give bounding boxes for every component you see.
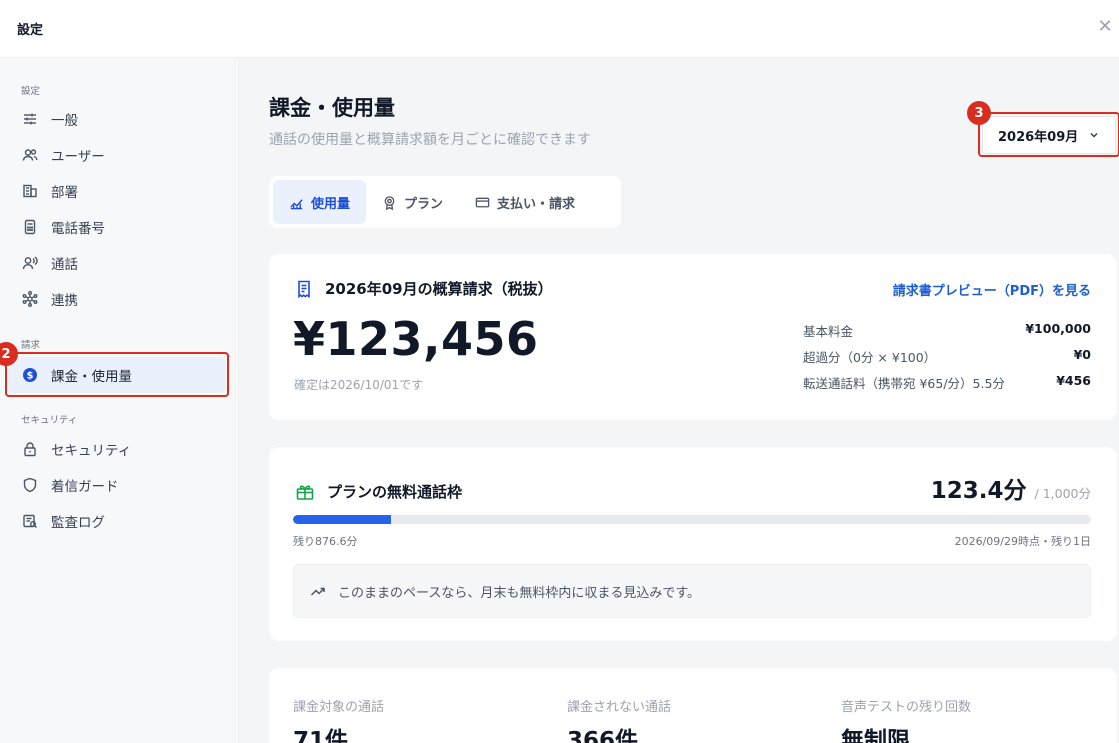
breakdown-value: ¥100,000 <box>1025 321 1091 336</box>
tab-bar: 使用量 プラン 支払い・請求 <box>269 176 621 228</box>
usage-progress-bar <box>293 515 1091 524</box>
stat-non-billable-calls: 課金されない通話 366件 <box>567 696 671 743</box>
window-title: 設定 <box>17 23 44 38</box>
call-stats-card: 課金対象の通話 71件 課金されない通話 366件 音声テストの残り回数 無制限 <box>269 668 1117 743</box>
breakdown-row: 超過分（0分 × ¥100） ¥0 <box>803 347 1091 373</box>
credit-card-icon <box>475 197 490 207</box>
remaining-minutes: 残り876.6分 <box>293 535 358 548</box>
sidebar: 設定 一般 ユーザー 部署 電話番号 通話 連携 請求 $ 課金・使用量 セキュ… <box>0 58 236 743</box>
sidebar-item-label: 連携 <box>51 293 78 309</box>
plan-heading: プランの無料通話枠 <box>295 481 462 502</box>
tab-label: 支払い・請求 <box>497 196 576 212</box>
estimated-bill-card: 2026年09月の概算請求（税抜） 請求書プレビュー（PDF）を見る ¥123,… <box>269 254 1117 420</box>
tab-label: プラン <box>404 196 444 212</box>
sidebar-item-calls[interactable]: 通話 <box>8 245 226 281</box>
invoice-pdf-link[interactable]: 請求書プレビュー（PDF）を見る <box>893 280 1091 299</box>
sidebar-item-label: セキュリティ <box>51 443 132 459</box>
stat-billable-calls: 課金対象の通話 71件 <box>293 696 384 743</box>
month-select-value: 2026年09月 <box>998 129 1079 145</box>
used-minutes: 123.4分 <box>930 478 1027 504</box>
bill-heading: 2026年09月の概算請求（税抜） <box>295 278 553 299</box>
free-call-allowance-card: プランの無料通話枠 123.4分 / 1,000分 残り876.6分 2026/… <box>269 447 1117 641</box>
audit-log-icon <box>21 512 39 530</box>
bill-amount: ¥123,456 <box>293 312 539 366</box>
main-content: 課金・使用量 通話の使用量と概算請求額を月ごとに確認できます 2026年09月 … <box>237 58 1119 743</box>
page-subtitle: 通話の使用量と概算請求額を月ごとに確認できます <box>269 132 591 148</box>
sidebar-item-security[interactable]: セキュリティ <box>8 431 226 467</box>
total-minutes: / 1,000分 <box>1034 486 1091 501</box>
title-bar: 設定 ✕ <box>0 0 1119 58</box>
bill-confirm-note: 確定は2026/10/01です <box>294 378 424 392</box>
stat-label: 音声テストの残り回数 <box>841 700 972 715</box>
stat-value: 366件 <box>567 728 639 743</box>
chart-icon <box>290 198 303 209</box>
page-title: 課金・使用量 <box>269 96 395 120</box>
breakdown-label: 基本料金 <box>803 324 854 339</box>
annotation-badge-3: 3 <box>967 101 991 125</box>
breakdown-row: 転送通話料（携帯宛 ¥65/分）5.5分 ¥456 <box>803 373 1091 399</box>
sidebar-section-billing: 請求 <box>21 340 41 351</box>
sidebar-item-label: 部署 <box>51 185 78 201</box>
stat-value: 無制限 <box>841 728 910 743</box>
sliders-icon <box>21 110 39 128</box>
sidebar-item-departments[interactable]: 部署 <box>8 173 226 209</box>
dollar-circle-icon: $ <box>21 366 39 384</box>
sidebar-item-phone-numbers[interactable]: 電話番号 <box>8 209 226 245</box>
sidebar-item-integrations[interactable]: 連携 <box>8 281 226 317</box>
sidebar-item-users[interactable]: ユーザー <box>8 137 226 173</box>
sidebar-item-label: 電話番号 <box>51 221 105 237</box>
users-icon <box>21 146 39 164</box>
lock-icon <box>21 440 39 458</box>
sidebar-item-general[interactable]: 一般 <box>8 101 226 137</box>
receipt-icon <box>298 280 310 298</box>
sidebar-item-label: 一般 <box>51 113 78 129</box>
plan-heading-text: プランの無料通話枠 <box>327 483 463 501</box>
sidebar-item-audit-log[interactable]: 監査ログ <box>8 503 226 539</box>
sidebar-section-settings: 設定 <box>21 86 41 97</box>
forecast-note: このままのペースなら、月末も無料枠内に収まる見込みです。 <box>293 564 1091 618</box>
stat-voice-test-remaining: 音声テストの残り回数 無制限 <box>841 696 971 743</box>
breakdown-row: 基本料金 ¥100,000 <box>803 321 1091 347</box>
chevron-down-icon <box>1090 132 1098 138</box>
tab-plan[interactable]: プラン <box>366 180 459 224</box>
breakdown-label: 超過分（0分 × ¥100） <box>803 350 937 365</box>
phone-icon <box>21 218 39 236</box>
sidebar-section-security: セキュリティ <box>21 415 78 426</box>
award-icon <box>384 195 395 210</box>
sidebar-item-label: 着信ガード <box>51 479 119 495</box>
stat-label: 課金対象の通話 <box>293 700 385 715</box>
usage-as-of: 2026/09/29時点・残り1日 <box>954 535 1091 548</box>
settings-window: 設定 ✕ 設定 一般 ユーザー 部署 電話番号 通話 連携 請求 $ 課金・使用… <box>0 0 1119 743</box>
building-icon <box>21 182 39 200</box>
tab-label: 使用量 <box>311 196 351 212</box>
gift-icon <box>296 484 314 500</box>
forecast-note-text: このままのペースなら、月末も無料枠内に収まる見込みです。 <box>338 585 701 601</box>
call-voice-icon <box>21 254 39 272</box>
sidebar-item-label: ユーザー <box>51 149 105 165</box>
stat-label: 課金されない通話 <box>567 700 672 715</box>
close-icon[interactable]: ✕ <box>1095 16 1115 38</box>
sidebar-item-label: 通話 <box>51 257 78 273</box>
usage-progress-fill <box>293 515 392 524</box>
breakdown-value: ¥0 <box>1073 347 1091 362</box>
sidebar-item-label: 監査ログ <box>51 515 105 531</box>
trending-up-icon <box>310 587 325 596</box>
bill-heading-text: 2026年09月の概算請求（税抜） <box>325 280 553 298</box>
stat-value: 71件 <box>293 728 349 743</box>
bill-breakdown: 基本料金 ¥100,000 超過分（0分 × ¥100） ¥0 転送通話料（携帯… <box>803 321 1091 399</box>
sidebar-item-call-guard[interactable]: 着信ガード <box>8 467 226 503</box>
month-select[interactable]: 2026年09月 <box>982 116 1116 154</box>
tab-payment-billing[interactable]: 支払い・請求 <box>459 180 591 224</box>
tab-usage[interactable]: 使用量 <box>273 180 367 224</box>
integration-icon <box>21 290 39 308</box>
usage-summary: 123.4分 / 1,000分 <box>931 471 1091 505</box>
shield-icon <box>21 476 39 494</box>
breakdown-label: 転送通話料（携帯宛 ¥65/分）5.5分 <box>803 376 1005 391</box>
sidebar-item-billing-usage[interactable]: $ 課金・使用量 <box>8 357 226 393</box>
breakdown-value: ¥456 <box>1056 373 1091 388</box>
sidebar-item-label: 課金・使用量 <box>51 369 132 385</box>
svg-text:$: $ <box>27 371 34 382</box>
